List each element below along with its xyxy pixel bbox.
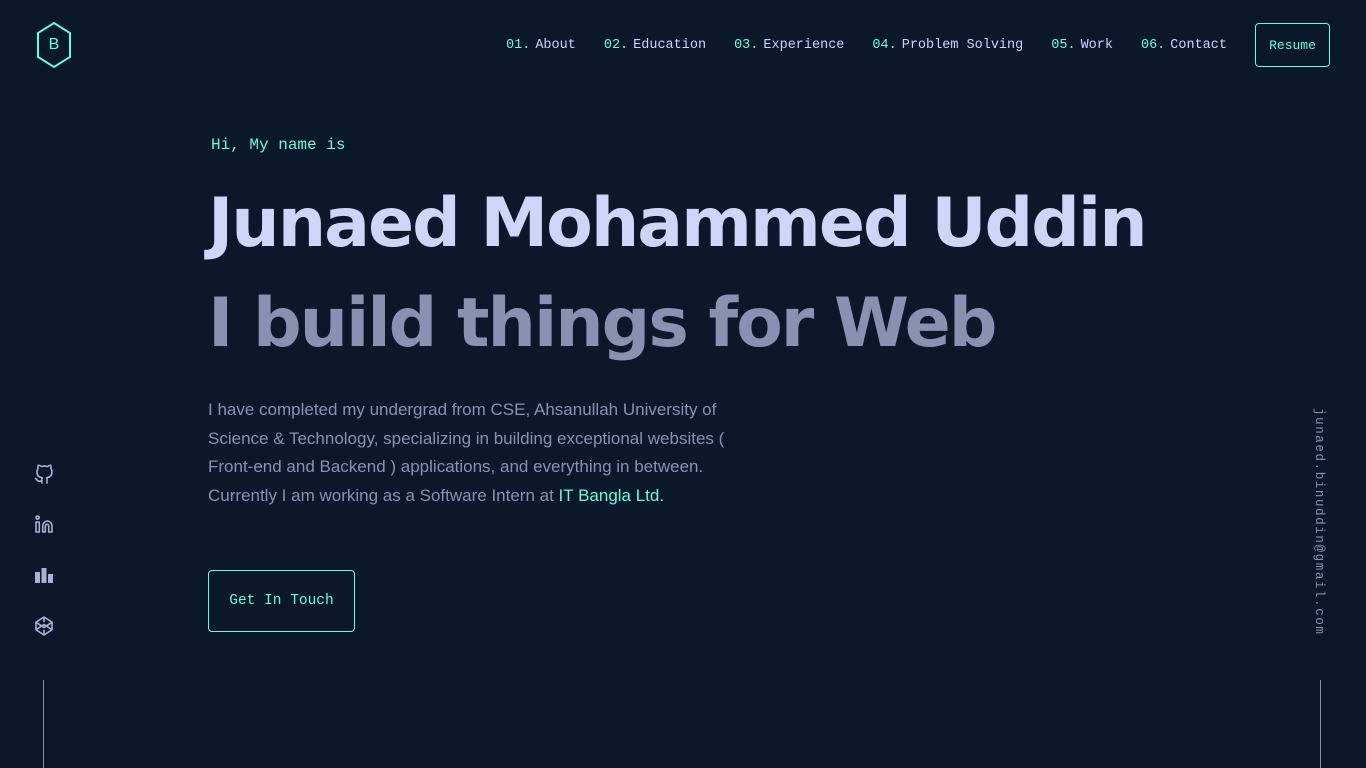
nav-item-label: About — [535, 37, 576, 53]
hero-greeting: Hi, My name is — [211, 136, 346, 154]
nav-item-number: 03. — [734, 37, 759, 53]
hero-bio: I have completed my undergrad from CSE, … — [208, 396, 768, 510]
main-nav: 01. About 02. Education 03. Experience 04. P… — [478, 23, 1330, 67]
nav-item-work[interactable]: 05. Work — [1051, 38, 1113, 53]
nav-item-about[interactable]: 01. About — [506, 38, 576, 53]
nav-item-number: 04. — [872, 37, 897, 53]
nav-item-label: Experience — [763, 37, 845, 53]
codepen-icon[interactable] — [33, 615, 55, 637]
get-in-touch-button[interactable]: Get In Touch — [208, 570, 355, 632]
nav-item-number: 06. — [1140, 37, 1166, 53]
employer-link[interactable]: IT Bangla Ltd. — [559, 486, 665, 505]
nav-item-education[interactable]: 02. Education — [604, 38, 706, 53]
nav-item-contact[interactable]: 06. Contact — [1141, 38, 1227, 53]
nav-item-label: Education — [633, 37, 707, 53]
nav-item-label: Work — [1080, 37, 1113, 53]
logo-letter: B — [48, 36, 60, 53]
left-vertical-line — [43, 680, 44, 768]
github-icon[interactable] — [33, 462, 55, 484]
nav-item-number: 05. — [1051, 37, 1076, 53]
hero-name: Junaed Mohammed Uddin — [208, 184, 1148, 263]
nav-item-label: Contact — [1170, 37, 1227, 53]
hero-tagline: I build things for Web — [208, 284, 997, 363]
email-link[interactable]: junaed.binuddin@gmail.com — [1312, 408, 1326, 636]
stats-icon[interactable] — [33, 564, 55, 586]
nav-item-experience[interactable]: 03. Experience — [734, 38, 844, 53]
nav-item-problem-solving[interactable]: 04. Problem Solving — [872, 38, 1023, 53]
social-links — [33, 462, 55, 666]
resume-button[interactable]: Resume — [1255, 23, 1330, 67]
right-vertical-line — [1320, 680, 1321, 768]
logo[interactable]: B — [36, 21, 72, 69]
nav-item-number: 01. — [506, 37, 531, 53]
nav-item-number: 02. — [603, 37, 629, 53]
nav-item-label: Problem Solving — [901, 37, 1024, 53]
linkedin-icon[interactable] — [33, 513, 55, 535]
